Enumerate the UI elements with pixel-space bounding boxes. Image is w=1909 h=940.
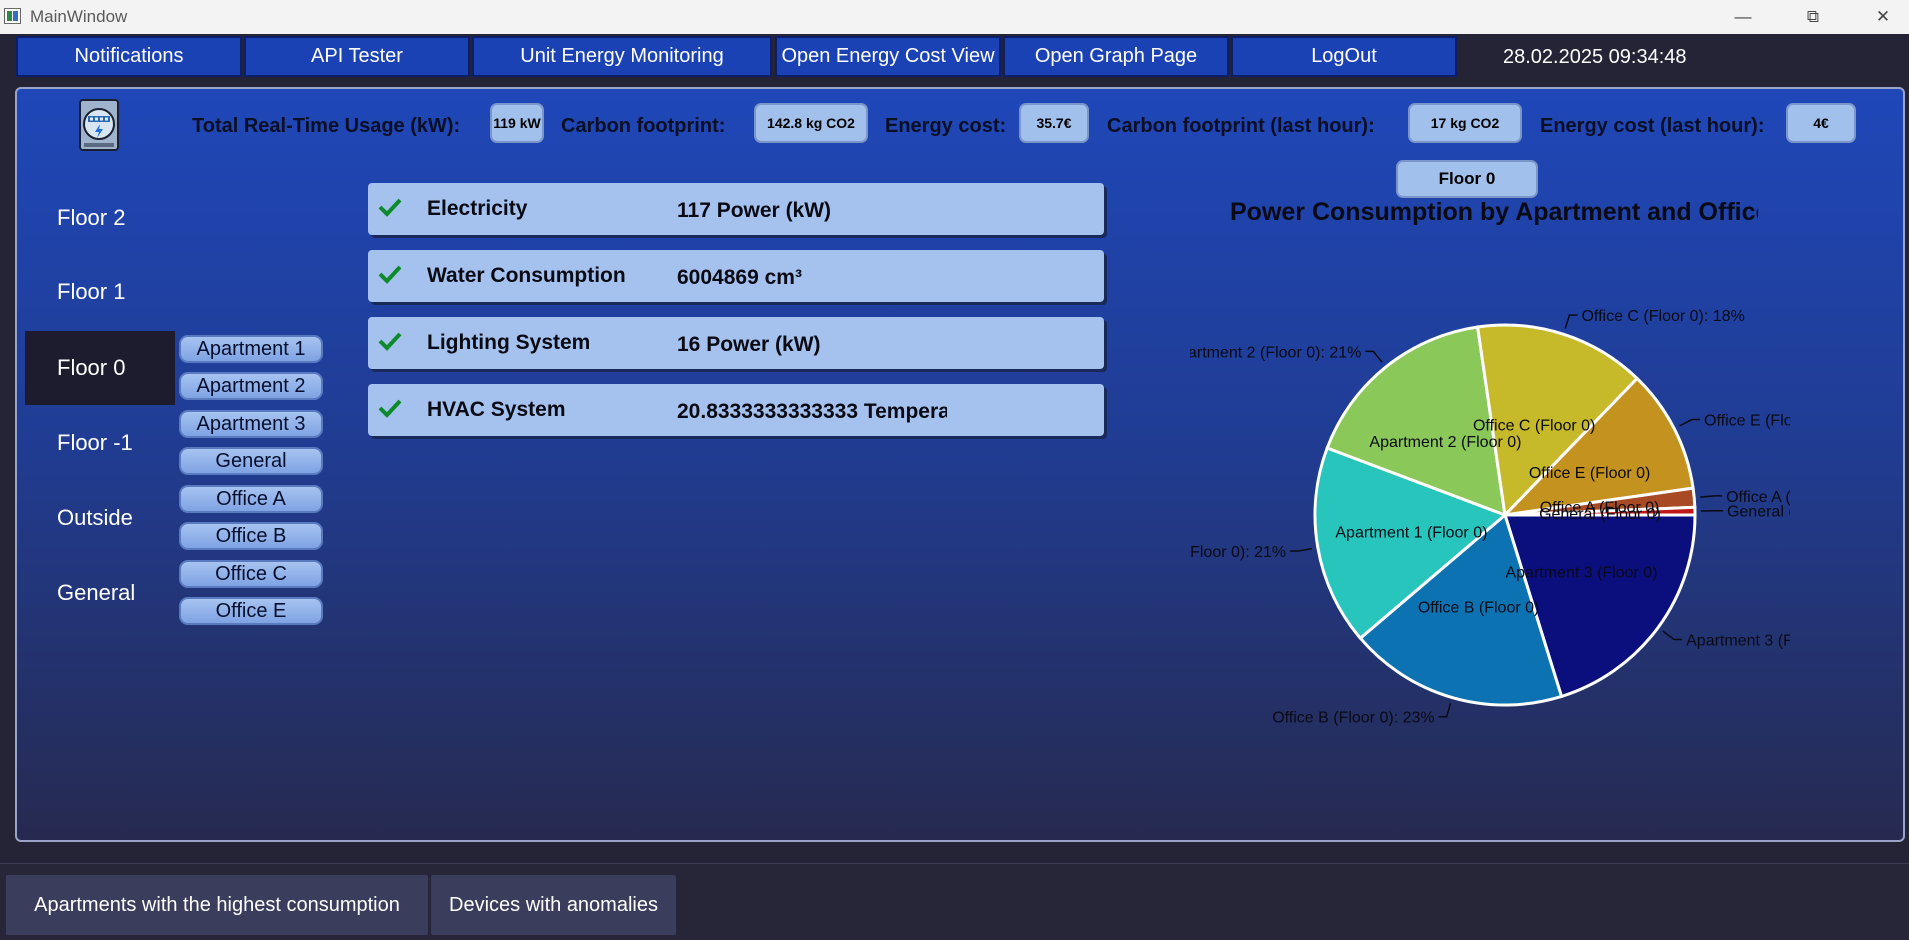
leader-line xyxy=(1365,350,1383,363)
check-icon xyxy=(378,198,402,217)
carbon-footprint-value: 142.8 kg CO2 xyxy=(754,103,868,143)
minimize-icon[interactable]: — xyxy=(1718,0,1768,34)
office-b-button[interactable]: Office B xyxy=(179,522,323,550)
slice-label: Apartment 3 (Floor 0) xyxy=(1505,564,1657,581)
window-title: MainWindow xyxy=(30,7,128,26)
api-tester-button[interactable]: API Tester xyxy=(244,36,470,77)
apartment-3-button[interactable]: Apartment 3 xyxy=(179,410,323,438)
apartment-1-button[interactable]: Apartment 1 xyxy=(179,335,323,363)
app-icon xyxy=(4,8,21,24)
device-name: Water Consumption xyxy=(427,264,626,287)
outside-button[interactable]: Outside xyxy=(25,481,175,555)
carbon-footprint-hour-label: Carbon footprint (last hour): xyxy=(1107,115,1375,137)
carbon-footprint-label: Carbon footprint: xyxy=(561,115,726,137)
leader-line xyxy=(1700,495,1723,498)
logout-button[interactable]: LogOut xyxy=(1231,36,1457,77)
energy-meter-icon xyxy=(79,99,119,151)
slice-label: Apartment 2 (Floor 0) xyxy=(1369,434,1521,451)
notifications-button[interactable]: Notifications xyxy=(16,36,242,77)
leader-line xyxy=(1438,703,1452,718)
leader-line xyxy=(1662,630,1683,641)
floor-1-button[interactable]: Floor 1 xyxy=(25,255,175,329)
check-icon xyxy=(378,265,402,284)
maximize-icon[interactable]: ⧉ xyxy=(1788,0,1838,34)
device-row-water[interactable]: Water Consumption 6004869 cm³ xyxy=(368,250,1104,302)
device-name: Lighting System xyxy=(427,331,591,354)
tab-highest-consumption[interactable]: Apartments with the highest consumption xyxy=(6,875,428,935)
general-floor-button[interactable]: General xyxy=(25,556,175,630)
slice-outer-label: Office C (Floor 0): 18% xyxy=(1581,308,1744,325)
floor-minus-1-button[interactable]: Floor -1 xyxy=(25,406,175,480)
device-value: 6004869 cm³ xyxy=(677,266,802,289)
device-value: 16 Power (kW) xyxy=(677,333,821,356)
total-usage-value: 119 kW xyxy=(490,103,544,143)
device-value: 20.8333333333333 Temperature xyxy=(677,400,947,423)
bottom-tab-bar: Apartments with the highest consumption … xyxy=(0,863,1909,940)
open-energy-cost-view-button[interactable]: Open Energy Cost View xyxy=(775,36,1001,77)
leader-line xyxy=(1290,547,1313,552)
energy-cost-hour-label: Energy cost (last hour): xyxy=(1540,115,1765,137)
slice-label: Apartment 1 (Floor 0) xyxy=(1335,524,1487,541)
pie-chart: Apartment 3 (Floor 0) Apartment 3 (Floor … xyxy=(1190,308,1790,727)
slice-outer-label: Apartment 3 (Floor 0): 25% xyxy=(1686,632,1790,649)
slice-label: Office E (Floor 0) xyxy=(1529,465,1651,482)
chart-title: Power Consumption by Apartment and Offic… xyxy=(1230,198,1758,226)
floor-2-button[interactable]: Floor 2 xyxy=(25,181,175,255)
slice-outer-label: Office E (Floor 0): 13% xyxy=(1704,413,1790,430)
device-name: Electricity xyxy=(427,197,528,220)
device-name: HVAC System xyxy=(427,398,566,421)
leader-line xyxy=(1564,314,1578,329)
slice-label: General (Floor 0) xyxy=(1539,506,1661,523)
leader-line xyxy=(1679,418,1701,427)
slice-label: Office B (Floor 0) xyxy=(1418,599,1540,616)
chart-floor-badge: Floor 0 xyxy=(1396,160,1538,198)
unit-energy-monitoring-button[interactable]: Unit Energy Monitoring xyxy=(472,36,772,77)
carbon-footprint-hour-value: 17 kg CO2 xyxy=(1408,103,1522,143)
title-bar: MainWindow — ⧉ ✕ xyxy=(0,0,1909,34)
general-unit-button[interactable]: General xyxy=(179,447,323,475)
slice-outer-label: Apartment 1 (Floor 0): 21% xyxy=(1190,544,1286,561)
check-icon xyxy=(378,399,402,418)
floor-0-button[interactable]: Floor 0 xyxy=(25,331,175,405)
energy-cost-hour-value: 4€ xyxy=(1786,103,1856,143)
slice-outer-label: Apartment 2 (Floor 0): 21% xyxy=(1190,344,1361,361)
energy-cost-label: Energy cost: xyxy=(885,115,1007,137)
close-icon[interactable]: ✕ xyxy=(1858,0,1908,34)
energy-cost-value: 35.7€ xyxy=(1019,103,1089,143)
top-nav: Notifications API Tester Unit Energy Mon… xyxy=(0,34,1909,80)
tab-devices-anomalies[interactable]: Devices with anomalies xyxy=(431,875,676,935)
device-row-lighting[interactable]: Lighting System 16 Power (kW) xyxy=(368,317,1104,369)
office-c-button[interactable]: Office C xyxy=(179,560,323,588)
slice-outer-label: General (Floor 0): 1% xyxy=(1727,504,1790,521)
chart-title-container: Power Consumption by Apartment and Offic… xyxy=(1230,198,1758,232)
check-icon xyxy=(378,332,402,351)
open-graph-page-button[interactable]: Open Graph Page xyxy=(1003,36,1229,77)
office-e-button[interactable]: Office E xyxy=(179,597,323,625)
slice-outer-label: Office B (Floor 0): 23% xyxy=(1272,710,1434,727)
total-usage-label: Total Real-Time Usage (kW): xyxy=(192,115,461,137)
device-value: 117 Power (kW) xyxy=(677,199,832,222)
slice-label: Office C (Floor 0) xyxy=(1473,418,1595,435)
datetime-display: 28.02.2025 09:34:48 xyxy=(1503,46,1687,68)
office-a-button[interactable]: Office A xyxy=(179,485,323,513)
apartment-2-button[interactable]: Apartment 2 xyxy=(179,372,323,400)
device-row-electricity[interactable]: Electricity 117 Power (kW) xyxy=(368,183,1104,235)
device-row-hvac[interactable]: HVAC System 20.8333333333333 Temperature xyxy=(368,384,1104,436)
